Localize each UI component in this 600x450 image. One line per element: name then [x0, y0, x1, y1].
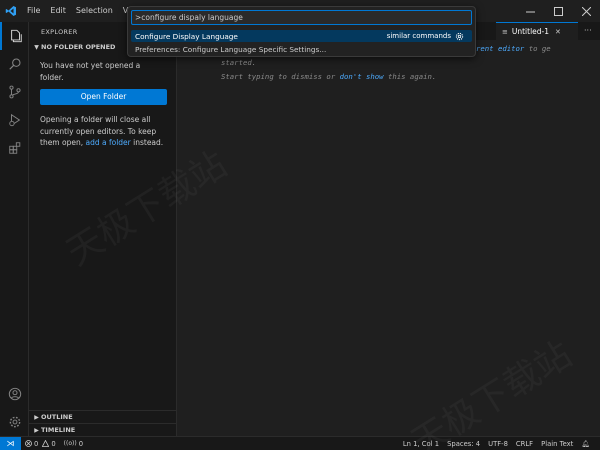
- timeline-section-header[interactable]: ▶ TIMELINE: [29, 423, 177, 436]
- account-icon[interactable]: [0, 380, 29, 408]
- outline-section-header[interactable]: ▶ OUTLINE: [29, 410, 177, 423]
- run-debug-icon[interactable]: [0, 106, 29, 134]
- chevron-right-icon: ▶: [32, 414, 41, 421]
- hint-line1-text: to ge: [524, 44, 550, 53]
- gear-icon[interactable]: [455, 32, 464, 41]
- open-folder-info: Opening a folder will close all currentl…: [29, 105, 176, 149]
- close-icon[interactable]: ✕: [555, 28, 561, 36]
- menu-edit[interactable]: Edit: [45, 0, 71, 22]
- section-label: NO FOLDER OPENED: [41, 43, 115, 51]
- source-control-icon[interactable]: [0, 78, 29, 106]
- palette-item-configure-display-language[interactable]: Configure Display Language similar comma…: [131, 30, 472, 42]
- explorer-icon[interactable]: [0, 22, 29, 50]
- no-folder-message: You have not yet opened a folder.: [29, 54, 176, 83]
- activity-bar: [0, 22, 29, 436]
- similar-commands-label: similar commands: [387, 32, 451, 40]
- chevron-right-icon: ▶: [32, 427, 41, 434]
- timeline-label: TIMELINE: [41, 426, 75, 434]
- menu-file[interactable]: File: [22, 0, 45, 22]
- window-controls: [516, 0, 600, 22]
- minimize-icon[interactable]: [516, 0, 544, 22]
- add-folder-link[interactable]: add a folder: [85, 138, 130, 147]
- warning-count: 0: [51, 440, 55, 448]
- palette-item-label: Preferences: Configure Language Specific…: [135, 45, 326, 54]
- hint-line3-pre: Start typing to dismiss or: [221, 72, 340, 81]
- warning-icon: [42, 440, 49, 447]
- open-folder-button[interactable]: Open Folder: [40, 89, 167, 105]
- radio-tower-icon: ((o)): [64, 440, 77, 447]
- problems-status[interactable]: 0 0: [21, 440, 60, 448]
- close-window-icon[interactable]: [572, 0, 600, 22]
- manage-gear-icon[interactable]: [0, 408, 29, 436]
- error-count: 0: [34, 440, 38, 448]
- info-text-end: instead.: [131, 138, 163, 147]
- remote-icon[interactable]: ⋊: [0, 437, 21, 450]
- end-of-line[interactable]: CRLF: [512, 440, 537, 448]
- notifications-bell-icon[interactable]: 🔔︎: [577, 440, 594, 448]
- search-icon[interactable]: [0, 50, 29, 78]
- extensions-icon[interactable]: [0, 134, 29, 162]
- palette-item-label: Configure Display Language: [135, 32, 238, 41]
- file-icon: ≡: [502, 28, 508, 36]
- menu-selection[interactable]: Selection: [71, 0, 118, 22]
- hint-line3-post: this again.: [384, 72, 437, 81]
- tab-label: Untitled-1: [512, 27, 549, 36]
- more-actions-icon[interactable]: ···: [584, 22, 592, 40]
- command-palette: Configure Display Language similar comma…: [127, 6, 476, 57]
- vscode-logo-icon: [0, 0, 22, 22]
- chevron-down-icon: ▼: [32, 44, 41, 51]
- tab-untitled[interactable]: ≡ Untitled-1 ✕: [496, 22, 578, 40]
- status-bar: ⋊ 0 0 ((o)) 0 Ln 1, Col 1 Spaces: 4 UTF-…: [0, 436, 600, 450]
- ports-count: 0: [79, 440, 83, 448]
- maximize-icon[interactable]: [544, 0, 572, 22]
- palette-item-language-specific-settings[interactable]: Preferences: Configure Language Specific…: [131, 43, 472, 55]
- dont-show-link[interactable]: don't show: [340, 72, 384, 81]
- hint-line2: started.: [221, 58, 256, 67]
- outline-label: OUTLINE: [41, 413, 73, 421]
- hint-link-editor[interactable]: rent editor: [476, 44, 524, 53]
- ports-status[interactable]: ((o)) 0: [60, 440, 87, 448]
- language-mode[interactable]: Plain Text: [537, 440, 577, 448]
- encoding[interactable]: UTF-8: [484, 440, 512, 448]
- error-icon: [25, 440, 32, 447]
- command-palette-input[interactable]: [131, 10, 472, 25]
